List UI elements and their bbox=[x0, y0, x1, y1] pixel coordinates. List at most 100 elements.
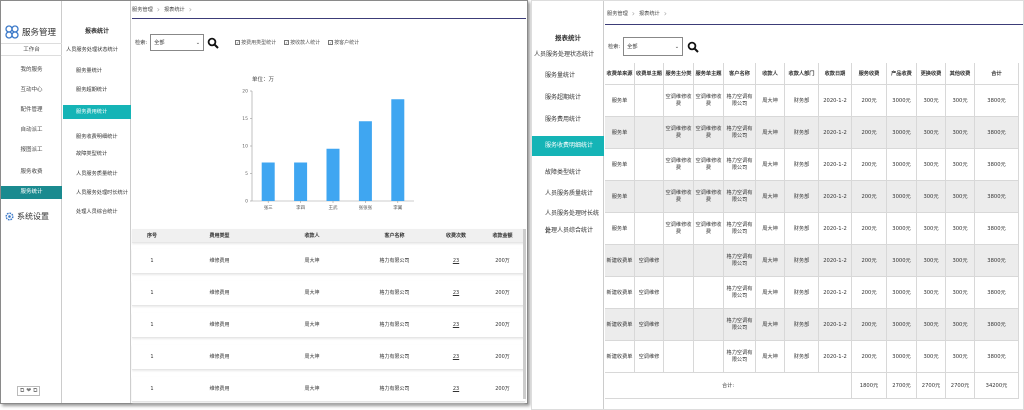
header-cell: 服务收费 bbox=[852, 63, 887, 85]
breadcrumb-2: 服务管理 › 报表统计 › bbox=[607, 9, 667, 18]
submenu2-item-fee-detail[interactable]: 服务收费明细统计 bbox=[532, 136, 604, 156]
check-by-fee-type[interactable]: ✓ 按费用类型统计 bbox=[235, 39, 276, 46]
header-divider bbox=[132, 18, 526, 19]
submenu2-item-fault-type[interactable]: 故障类型统计 bbox=[532, 164, 604, 182]
nav-item-service-fee[interactable]: 服务收费 bbox=[1, 166, 62, 179]
count-link[interactable]: 23 bbox=[432, 345, 480, 370]
table-cell: 空调维修收费 bbox=[664, 85, 694, 117]
y-tick-label: 0 bbox=[245, 199, 248, 205]
submenu-item-fee-stats[interactable]: 服务费用统计 bbox=[63, 105, 131, 119]
nav-item-my-service[interactable]: 我的服务 bbox=[1, 64, 62, 77]
table-cell: 空调维修收费 bbox=[664, 117, 694, 149]
submenu-item-duration[interactable]: 人员服务处理时长统计 bbox=[63, 186, 131, 200]
table-cell: 财务部 bbox=[785, 213, 819, 245]
table-cell: 空调维修 bbox=[635, 245, 664, 277]
header-cell: 更换收费 bbox=[917, 63, 946, 85]
search-icon[interactable] bbox=[687, 41, 699, 53]
report-submenu: 报表统计 人员服务处理状态统计 服务量统计 服务超期统计 服务费用统计 服务收费… bbox=[63, 1, 131, 403]
table-cell: 财务部 bbox=[785, 341, 819, 373]
submenu-item-fee-detail[interactable]: 服务收费明细统计 bbox=[63, 130, 131, 144]
y-tick-label: 20 bbox=[242, 89, 248, 95]
filter-bar-2: 检索: 全部 ⌄ bbox=[608, 37, 699, 56]
breadcrumb-item-report[interactable]: 报表统计 bbox=[164, 6, 185, 13]
table-cell: 3800元 bbox=[975, 117, 1019, 149]
y-tick-label: 10 bbox=[242, 144, 248, 150]
table-cell: 服务单 bbox=[605, 213, 635, 245]
nav-item-auto-dispatch[interactable]: 自动派工 bbox=[1, 124, 62, 137]
submenu2-item-service-volume[interactable]: 服务量统计 bbox=[532, 67, 604, 85]
table-cell: 服务单 bbox=[605, 85, 635, 117]
table-cell: 格力有限公司 bbox=[379, 258, 410, 264]
submenu2-item-staff-status[interactable]: 人员服务处理状态统计 bbox=[532, 46, 604, 64]
check-by-payee[interactable]: ✓ 按收款人统计 bbox=[284, 39, 320, 46]
table-cell: 2020-1-2 bbox=[819, 341, 852, 373]
table-scrollbar[interactable] bbox=[523, 229, 526, 399]
filter2-select[interactable]: 全部 ⌄ bbox=[623, 37, 684, 56]
bar-3 bbox=[358, 121, 372, 201]
submenu2-item-fee-stats[interactable]: 服务费用统计 bbox=[532, 111, 604, 129]
table-cell: 300元 bbox=[946, 117, 975, 149]
table-header: 收费单来源 收费单主题 服务主分类 服务单主题 客户名称 收款人 收款人部门 收款日期 服务收费… bbox=[605, 63, 1019, 85]
nav-item-interaction[interactable]: 互动中心 bbox=[1, 84, 62, 97]
header-cell: 产品收费 bbox=[887, 63, 917, 85]
submenu-item-staff-status[interactable]: 人员服务处理状态统计 bbox=[63, 43, 131, 57]
table-cell: 2020-1-2 bbox=[819, 245, 852, 277]
table-cell: 200万 bbox=[495, 258, 510, 264]
table-cell: 格力空调有限公司 bbox=[724, 245, 756, 277]
total-cell: 2700元 bbox=[887, 373, 917, 399]
table-cell: 300元 bbox=[946, 245, 975, 277]
submenu-item-overall[interactable]: 处理人员综合统计 bbox=[63, 205, 131, 219]
table-cell: 3000元 bbox=[887, 181, 917, 213]
count-link[interactable]: 23 bbox=[432, 313, 480, 338]
table-cell: 财务部 bbox=[785, 309, 819, 341]
table-row: 服务单 空调维修收费 空调维修收费 格力空调有限公司 周大坤 财务部 2020-1-2 200… bbox=[605, 149, 1019, 181]
table-cell bbox=[664, 277, 694, 309]
filter-select[interactable]: 全部 ⌄ bbox=[150, 34, 205, 51]
header-cell: 服务单主题 bbox=[694, 63, 724, 85]
submenu2-item-quality[interactable]: 人员服务质量统计 bbox=[532, 185, 604, 203]
submenu2-item-duration[interactable]: 人员服务处理时长统计 bbox=[532, 205, 604, 235]
header-payee: 收款人 bbox=[304, 233, 320, 239]
count-link[interactable]: 23 bbox=[432, 281, 480, 306]
table-cell: 3000元 bbox=[887, 117, 917, 149]
table-cell: 格力有限公司 bbox=[379, 290, 410, 296]
app-title: 服务管理 bbox=[22, 28, 57, 38]
table-cell: 格力空调有限公司 bbox=[724, 213, 756, 245]
y-tick-label: 15 bbox=[242, 116, 248, 122]
table-cell: 周大坤 bbox=[756, 245, 785, 277]
table-row: 服务单 空调维修收费 空调维修收费 格力空调有限公司 周大坤 财务部 2020-1-2 200… bbox=[605, 117, 1019, 149]
table-cell: 200万 bbox=[495, 290, 510, 296]
table-cell: 300元 bbox=[946, 181, 975, 213]
bar-1 bbox=[294, 162, 308, 201]
submenu2-item-overall[interactable]: 处理人员综合统计 bbox=[532, 222, 604, 240]
breadcrumb2-item-report[interactable]: 报表统计 bbox=[639, 10, 660, 17]
table-row: 服务单 空调维修收费 空调维修收费 格力空调有限公司 周大坤 财务部 2020-1-2 200… bbox=[605, 85, 1019, 117]
table-row: 新建收费单 空调维修 格力空调有限公司 周大坤 财务部 2020-1-2 200元 3000元… bbox=[605, 341, 1019, 373]
bottom-toolbar-icons[interactable]: ⧉ ❤ ⧉ bbox=[17, 386, 41, 396]
header-cell: 服务主分类 bbox=[664, 63, 694, 85]
nav-item-parts[interactable]: 配件管理 bbox=[1, 104, 62, 117]
check-by-customer[interactable]: ✓ 按客户统计 bbox=[328, 39, 359, 46]
submenu-item-quality[interactable]: 人员服务质量统计 bbox=[63, 167, 131, 181]
submenu-item-overdue[interactable]: 服务超期统计 bbox=[63, 83, 131, 97]
nav-item-workbench[interactable]: 工作台 bbox=[1, 43, 62, 56]
submenu-item-fault-type[interactable]: 故障类型统计 bbox=[63, 147, 131, 161]
table-cell: 维修费用 bbox=[209, 354, 230, 360]
search-icon[interactable] bbox=[207, 37, 219, 49]
header-index: 序号 bbox=[146, 233, 157, 239]
count-link[interactable]: 23 bbox=[432, 377, 480, 402]
submenu-item-service-volume[interactable]: 服务量统计 bbox=[63, 64, 131, 78]
count-link[interactable]: 23 bbox=[432, 249, 480, 274]
submenu2-item-overdue[interactable]: 服务超期统计 bbox=[532, 89, 604, 107]
nav-item-report-dispatch[interactable]: 报图派工 bbox=[1, 144, 62, 157]
table-cell: 空调维修 bbox=[635, 341, 664, 373]
breadcrumb2-item-service[interactable]: 服务管理 bbox=[607, 10, 628, 17]
table-cell: 300元 bbox=[917, 181, 946, 213]
breadcrumb-item-service[interactable]: 服务管理 bbox=[132, 6, 153, 13]
table-cell bbox=[664, 245, 694, 277]
table-cell: 新建收费单 bbox=[605, 309, 635, 341]
table-cell: 300元 bbox=[946, 277, 975, 309]
table-cell: 200元 bbox=[852, 181, 887, 213]
nav-item-service-stats[interactable]: 服务统计 bbox=[1, 186, 62, 199]
nav-item-system-settings[interactable]: 系统设置 bbox=[4, 211, 49, 222]
